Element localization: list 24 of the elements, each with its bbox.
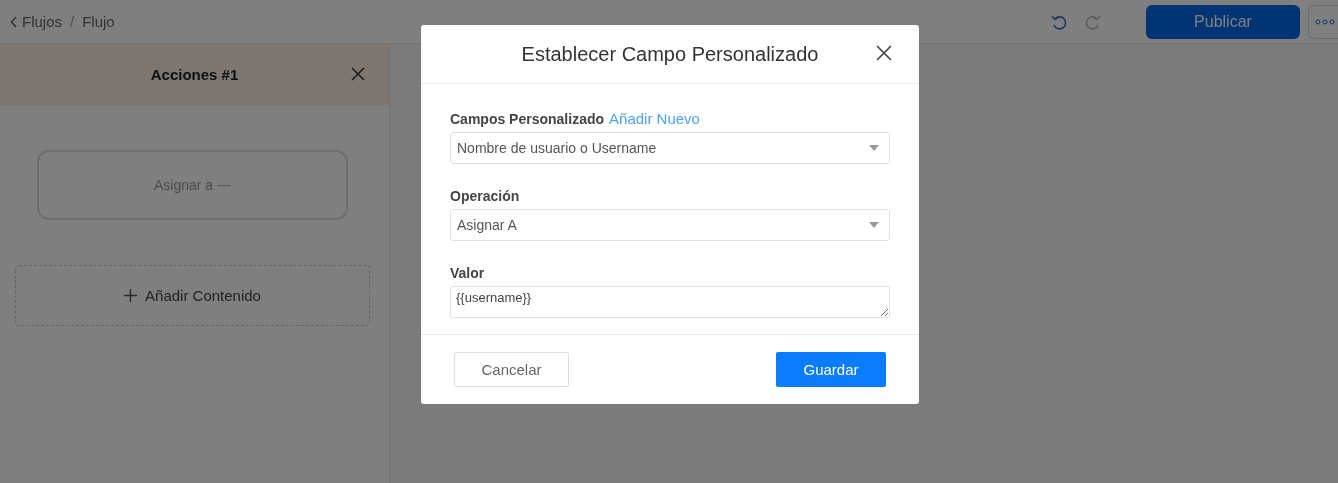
field-label: Valor — [450, 265, 485, 281]
chevron-left-icon — [10, 15, 18, 28]
more-icon — [1315, 18, 1335, 25]
plus-icon — [124, 289, 138, 302]
field-label: Campos Personalizado — [450, 111, 605, 127]
publish-button[interactable]: Publicar — [1146, 4, 1300, 39]
close-icon[interactable] — [876, 45, 892, 61]
back-link[interactable]: Flujos — [10, 13, 62, 30]
select-field[interactable]: Asignar A — [450, 209, 890, 241]
breadcrumb-current: Flujo — [82, 13, 115, 30]
close-icon[interactable] — [351, 67, 365, 81]
field-label: Operación — [450, 188, 520, 204]
select-field[interactable]: Nombre de usuario o Username — [450, 132, 890, 164]
caret-icon — [869, 145, 879, 151]
caret-icon — [869, 222, 879, 228]
add-content-button[interactable]: Añadir Contenido — [15, 265, 370, 326]
save-button[interactable]: Guardar — [776, 352, 886, 387]
panel-title: Acciones #1 — [150, 66, 239, 83]
cancel-button[interactable]: Cancelar — [454, 352, 569, 387]
add-new-link[interactable]: Añadir Nuevo — [609, 110, 700, 127]
more-button[interactable] — [1308, 4, 1338, 39]
breadcrumb-separator: / — [70, 13, 75, 30]
dialog-title: Establecer Campo Personalizado — [521, 42, 819, 66]
value-field[interactable]: {{username}} — [450, 286, 890, 318]
